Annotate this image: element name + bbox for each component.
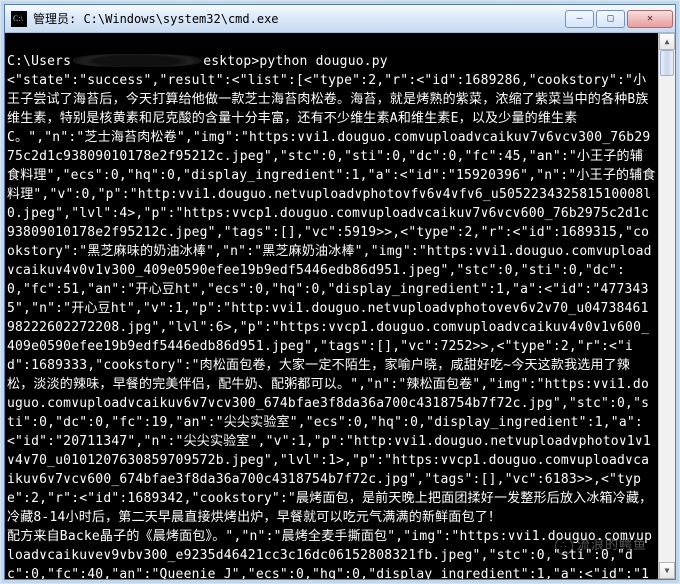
scroll-thumb[interactable] xyxy=(660,50,674,76)
scroll-up-button[interactable]: ▲ xyxy=(659,33,675,50)
cmd-window: C:\ 管理员: C:\Windows\system32\cmd.exe — □… xyxy=(4,4,676,580)
close-button[interactable]: ✕ xyxy=(627,10,673,28)
window-title: 管理员: C:\Windows\system32\cmd.exe xyxy=(33,10,279,27)
scroll-down-button[interactable]: ▼ xyxy=(659,562,675,579)
cmd-icon: C:\ xyxy=(11,11,27,27)
console-output[interactable]: C:\Usersesktop>python douguo.py <"state"… xyxy=(5,33,658,579)
titlebar[interactable]: C:\ 管理员: C:\Windows\system32\cmd.exe — □… xyxy=(5,5,675,33)
minimize-button[interactable]: — xyxy=(565,10,594,28)
maximize-button[interactable]: □ xyxy=(596,10,625,28)
svg-text:C:\: C:\ xyxy=(13,14,24,23)
window-controls: — □ ✕ xyxy=(563,10,673,28)
console-area: C:\Usersesktop>python douguo.py <"state"… xyxy=(5,33,675,579)
scroll-track[interactable] xyxy=(659,50,675,562)
vertical-scrollbar[interactable]: ▲ ▼ xyxy=(658,33,675,579)
redaction-smudge xyxy=(73,54,201,67)
